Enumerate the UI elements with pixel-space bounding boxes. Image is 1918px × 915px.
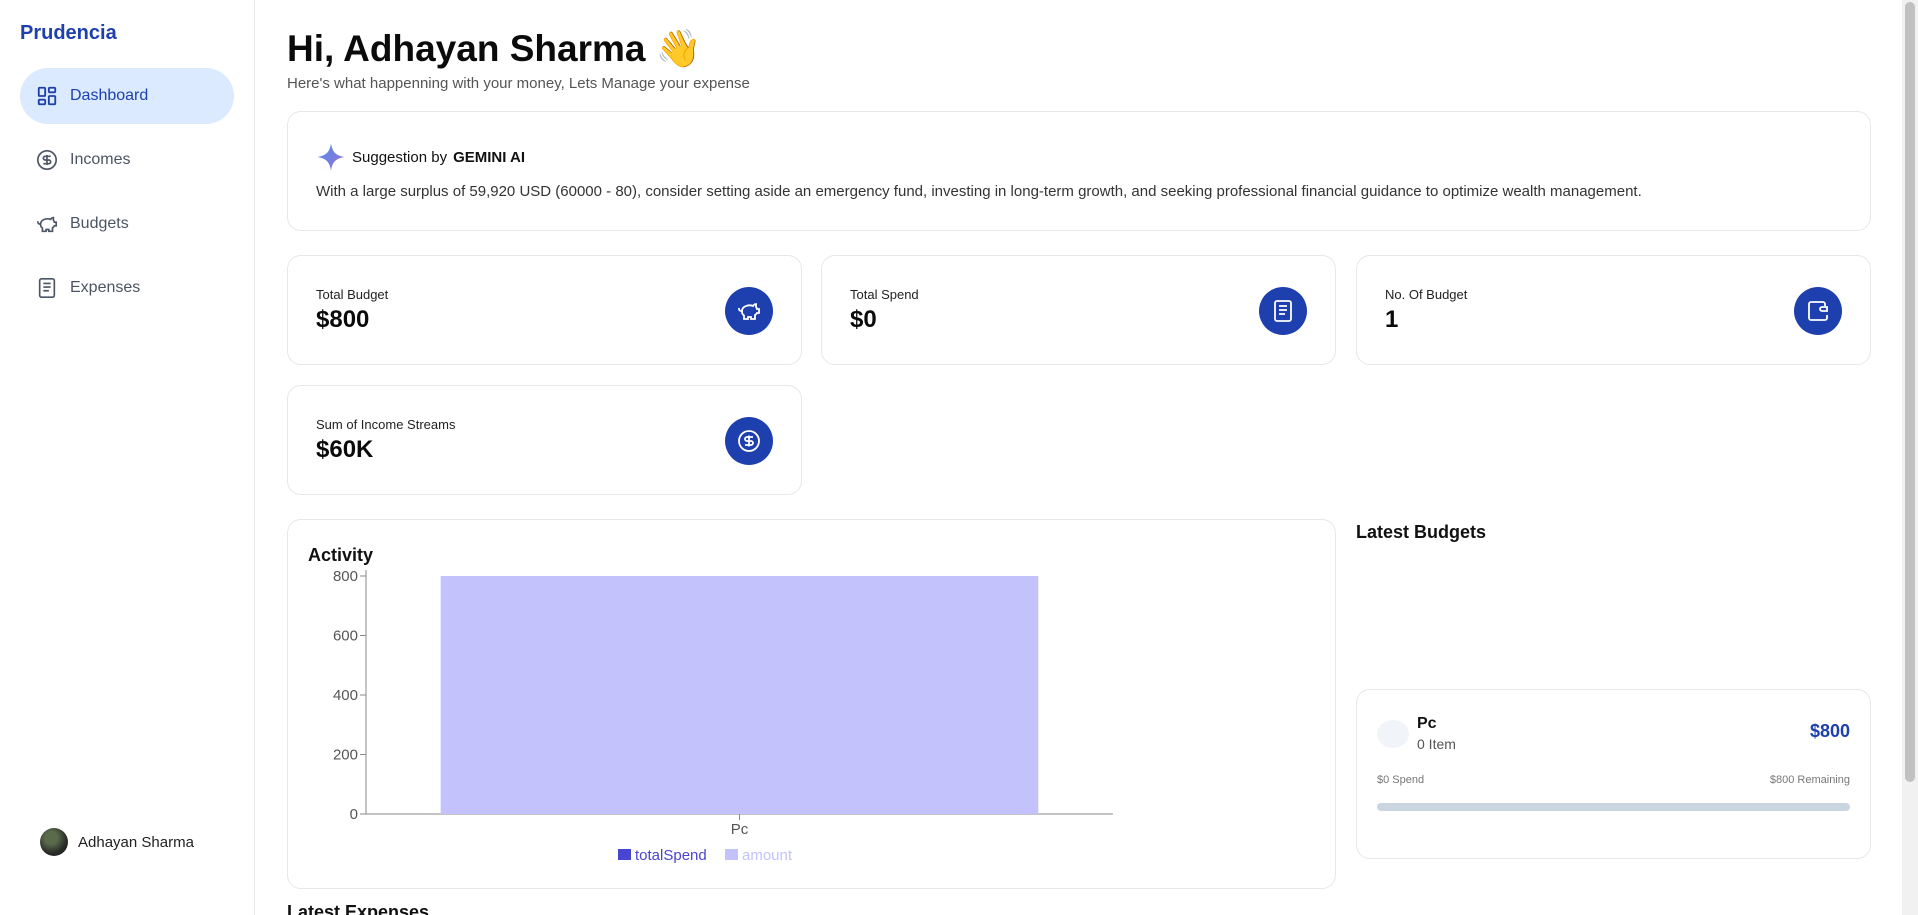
page-title: Hi, Adhayan Sharma 👋: [287, 28, 702, 69]
budget-remaining: $800 Remaining: [1769, 774, 1850, 786]
page-scrollbar[interactable]: [1902, 0, 1918, 915]
sidebar: Prudencia Dashboard Incomes Budgets Expe…: [0, 0, 255, 915]
budget-spend: $0 Spend: [1377, 774, 1425, 786]
receipt-icon: [1259, 287, 1307, 335]
ai-suggestion-card: Suggestion by GEMINI AI With a large sur…: [287, 111, 1871, 231]
sidebar-item-label: Dashboard: [70, 87, 149, 104]
total-budget-card: Total Budget $800: [287, 255, 802, 365]
sidebar-item-incomes[interactable]: Incomes: [20, 132, 234, 188]
avatar[interactable]: [40, 828, 68, 856]
stat-label: No. Of Budget: [1385, 287, 1468, 302]
budget-icon: [1377, 720, 1409, 748]
x-tick-label: Pc: [731, 821, 749, 838]
activity-chart: 0 200 400 600 800 Pc totalSpend amount: [333, 568, 1113, 864]
total-spend-card: Total Spend $0: [821, 255, 1336, 365]
dollar-circle-icon: [37, 150, 57, 170]
y-tick-label: 400: [333, 687, 358, 704]
sidebar-item-expenses[interactable]: Expenses: [20, 260, 234, 316]
income-streams-card: Sum of Income Streams $60K: [287, 385, 802, 495]
sidebar-item-budgets[interactable]: Budgets: [20, 196, 234, 252]
suggestion-source: GEMINI AI: [453, 148, 526, 166]
stat-label: Total Budget: [316, 287, 389, 302]
stat-value: $0: [850, 306, 877, 333]
budget-name: Pc: [1417, 715, 1437, 732]
stat-value: 1: [1385, 306, 1399, 333]
sidebar-item-dashboard[interactable]: Dashboard: [20, 68, 234, 124]
budget-progress-bar: [1377, 803, 1850, 811]
user-profile[interactable]: Adhayan Sharma: [40, 828, 194, 856]
page-subtitle: Here's what happenning with your money, …: [287, 75, 750, 92]
piggy-bank-icon: [37, 216, 57, 233]
budget-amount: $800: [1809, 721, 1850, 741]
legend-swatch-amount: [725, 849, 738, 860]
suggestion-prefix: Suggestion by: [352, 148, 448, 166]
user-name: Adhayan Sharma: [78, 833, 194, 851]
main-content: Hi, Adhayan Sharma 👋 Here's what happenn…: [287, 0, 1871, 915]
suggestion-text: With a large surplus of 59,920 USD (6000…: [316, 183, 1642, 200]
budget-count-card: No. Of Budget 1: [1356, 255, 1871, 365]
piggy-bank-icon: [725, 287, 773, 335]
brand-logo[interactable]: Prudencia: [20, 22, 117, 45]
legend-label-amount: amount: [742, 847, 793, 864]
sidebar-item-label: Incomes: [70, 151, 131, 168]
y-tick-label: 600: [333, 628, 358, 645]
dollar-circle-icon: [725, 417, 773, 465]
sidebar-item-label: Budgets: [70, 215, 129, 232]
stat-value: $800: [316, 306, 370, 333]
stat-label: Total Spend: [850, 287, 919, 302]
budget-item-count: 0 Item: [1417, 736, 1456, 752]
sparkle-icon: [317, 143, 345, 171]
latest-expenses-title: Latest Expenses: [287, 902, 430, 915]
sidebar-item-label: Expenses: [70, 279, 141, 296]
bar-amount: [440, 576, 1039, 814]
budget-item-card[interactable]: Pc 0 Item $800 $0 Spend $800 Remaining: [1356, 689, 1871, 859]
y-tick-label: 800: [333, 568, 358, 585]
dashboard-icon: [37, 86, 57, 106]
y-tick-label: 200: [333, 747, 358, 764]
legend-swatch-totalSpend: [618, 849, 631, 860]
y-tick-label: 0: [350, 806, 358, 823]
stat-value: $60K: [316, 436, 374, 463]
latest-budgets-title: Latest Budgets: [1356, 522, 1487, 542]
scrollbar-thumb[interactable]: [1905, 2, 1915, 782]
activity-card: Activity 0 200 400 600 800 Pc totalSpend amount: [287, 519, 1336, 889]
legend-label-totalSpend: totalSpend: [635, 847, 707, 864]
receipt-icon: [38, 278, 56, 298]
wallet-icon: [1794, 287, 1842, 335]
suggestion-header: Suggestion by GEMINI AI: [316, 142, 525, 172]
stat-label: Sum of Income Streams: [316, 417, 456, 432]
